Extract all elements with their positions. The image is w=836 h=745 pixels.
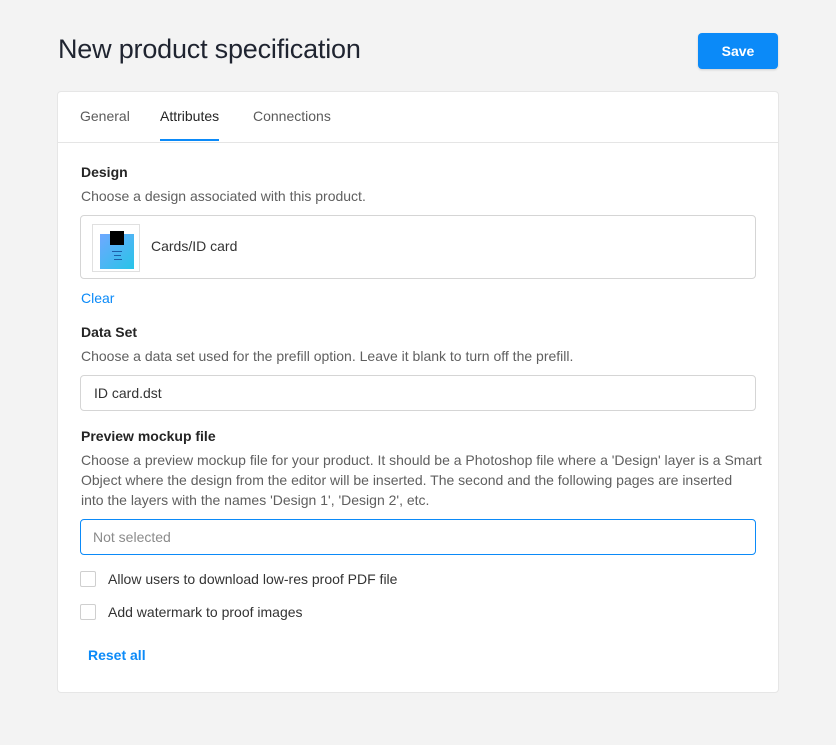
id-card-line — [112, 251, 122, 252]
tab-attributes[interactable]: Attributes — [160, 108, 220, 141]
design-title: Design — [81, 164, 128, 180]
data-set-value: ID card.dst — [94, 385, 162, 401]
watermark-checkbox[interactable] — [80, 604, 96, 620]
option-row-watermark[interactable]: Add watermark to proof images — [80, 604, 303, 620]
design-picker[interactable]: Cards/ID card — [80, 215, 756, 279]
preview-file-input[interactable]: Not selected — [80, 519, 756, 555]
preview-description: Choose a preview mockup file for your pr… — [81, 450, 762, 510]
design-thumbnail — [92, 224, 140, 272]
data-set-input[interactable]: ID card.dst — [80, 375, 756, 411]
option-row-proof-pdf[interactable]: Allow users to download low-res proof PD… — [80, 571, 397, 587]
proof-pdf-checkbox[interactable] — [80, 571, 96, 587]
watermark-label: Add watermark to proof images — [108, 604, 303, 620]
design-description: Choose a design associated with this pro… — [81, 188, 366, 204]
tab-connections[interactable]: Connections — [253, 108, 331, 139]
preview-description-line: Object where the design from the editor … — [81, 472, 733, 488]
tab-general[interactable]: General — [80, 108, 130, 139]
data-set-description: Choose a data set used for the prefill o… — [81, 348, 574, 364]
preview-title: Preview mockup file — [81, 428, 216, 444]
tab-bar: General Attributes Connections — [58, 92, 778, 143]
data-set-title: Data Set — [81, 324, 138, 340]
id-card-photo — [110, 231, 124, 245]
preview-description-line: Choose a preview mockup file for your pr… — [81, 452, 762, 468]
reset-all-link[interactable]: Reset all — [88, 647, 146, 663]
preview-file-placeholder: Not selected — [93, 529, 171, 545]
spec-card: General Attributes Connections Design Ch… — [57, 91, 779, 693]
id-card-line — [114, 259, 122, 260]
proof-pdf-label: Allow users to download low-res proof PD… — [108, 571, 398, 587]
save-button[interactable]: Save — [698, 33, 778, 69]
page-title: New product specification — [58, 34, 361, 64]
design-label: Cards/ID card — [151, 238, 238, 254]
preview-description-line: into the layers with the names 'Design 1… — [81, 492, 430, 508]
id-card-line — [114, 255, 121, 256]
clear-link[interactable]: Clear — [81, 290, 114, 306]
